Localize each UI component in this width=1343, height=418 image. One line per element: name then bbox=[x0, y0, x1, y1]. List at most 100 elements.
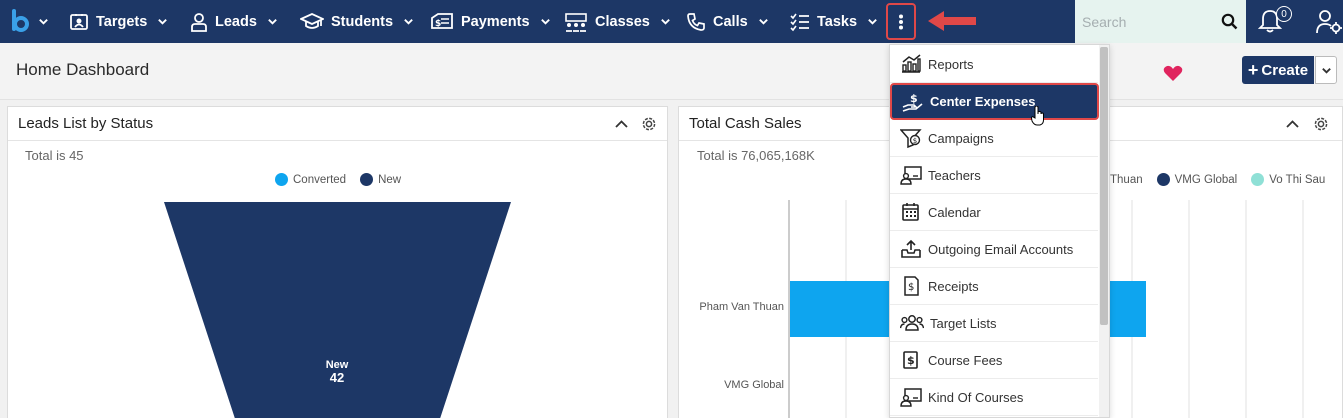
menu-item-target-lists[interactable]: Target Lists bbox=[890, 305, 1098, 342]
legend-dot bbox=[275, 173, 288, 186]
svg-text:$: $ bbox=[913, 137, 917, 145]
svg-text:$: $ bbox=[908, 282, 914, 293]
notification-count-badge: 0 bbox=[1276, 6, 1292, 22]
menu-item-kind-of-courses[interactable]: Kind Of Courses bbox=[890, 379, 1098, 416]
chevron-down-icon bbox=[268, 19, 277, 25]
legend-label: Converted bbox=[293, 173, 347, 186]
chevron-up-icon[interactable] bbox=[1285, 117, 1300, 132]
menu-item-teachers[interactable]: Teachers bbox=[890, 157, 1098, 194]
nav-label: Payments bbox=[461, 13, 530, 30]
menu-item-label: Target Lists bbox=[930, 315, 997, 331]
calendar-icon bbox=[902, 203, 919, 221]
menu-item-label: Outgoing Email Accounts bbox=[928, 241, 1074, 257]
menu-item-label: Course Fees bbox=[928, 352, 1003, 368]
plus-icon: + bbox=[1247, 60, 1259, 80]
menu-item-label: Teachers bbox=[928, 167, 981, 183]
search-icon[interactable] bbox=[1221, 13, 1238, 30]
legend-item-vo-thi-sau[interactable]: Vo Thi Sau bbox=[1251, 173, 1325, 186]
chevron-down-icon bbox=[158, 19, 168, 25]
create-button[interactable]: + Create bbox=[1242, 56, 1314, 84]
vertical-dots-icon bbox=[899, 14, 903, 29]
global-search[interactable] bbox=[1075, 0, 1246, 43]
funnel-chart: New 42 bbox=[164, 202, 511, 418]
legend-label: New bbox=[378, 173, 402, 186]
user-settings-icon[interactable] bbox=[1316, 9, 1343, 35]
campaign-icon: $ bbox=[900, 129, 922, 148]
funnel-segment-new[interactable] bbox=[164, 202, 511, 418]
nav-label: Students bbox=[331, 13, 394, 30]
nav-targets[interactable]: Targets bbox=[69, 0, 168, 43]
nav-calls[interactable]: Calls bbox=[686, 0, 769, 43]
app-logo-button[interactable] bbox=[8, 8, 50, 34]
nav-students[interactable]: Students bbox=[300, 0, 414, 43]
chevron-down-icon bbox=[868, 19, 877, 25]
menu-item-outgoing-email-accounts[interactable]: Outgoing Email Accounts bbox=[890, 231, 1098, 268]
payment-icon: $ bbox=[431, 12, 453, 29]
menu-item-calendar[interactable]: Calendar bbox=[890, 194, 1098, 231]
nav-label: Tasks bbox=[817, 13, 858, 30]
chevron-down-icon bbox=[661, 19, 670, 25]
menu-item-label: Campaigns bbox=[928, 130, 994, 146]
menu-item-campaigns[interactable]: $ Campaigns bbox=[890, 120, 1098, 157]
bar-label: Pham Van Thuan bbox=[699, 301, 784, 313]
panel-title: Total Cash Sales bbox=[689, 115, 802, 132]
menu-item-label: Receipts bbox=[928, 278, 979, 294]
nav-leads[interactable]: Leads bbox=[190, 0, 278, 43]
chevron-down-icon bbox=[1321, 67, 1331, 74]
receipt-icon: $ bbox=[904, 276, 919, 296]
menu-item-course-fees[interactable]: $ Course Fees bbox=[890, 342, 1098, 379]
menu-item-center-expenses[interactable]: $ Center Expenses bbox=[890, 83, 1099, 120]
search-input[interactable] bbox=[1082, 13, 1217, 30]
svg-text:$: $ bbox=[907, 354, 915, 367]
create-dropdown-toggle[interactable] bbox=[1315, 56, 1337, 84]
dropdown-scrollbar-thumb[interactable] bbox=[1100, 47, 1108, 325]
legend-item-converted[interactable]: Converted bbox=[275, 173, 346, 186]
group-icon bbox=[900, 315, 924, 331]
nav-tasks[interactable]: Tasks bbox=[790, 0, 878, 43]
heart-icon[interactable] bbox=[1163, 65, 1183, 82]
chevron-down-icon bbox=[404, 19, 413, 25]
panel-title: Leads List by Status bbox=[18, 115, 154, 132]
nav-label: Leads bbox=[215, 13, 257, 30]
menu-item-receipts[interactable]: $ Receipts bbox=[890, 268, 1098, 305]
chevron-down-icon bbox=[39, 18, 48, 25]
create-button-label: Create bbox=[1261, 61, 1309, 79]
legend-dot bbox=[1251, 173, 1265, 186]
menu-item-reports[interactable]: Reports bbox=[890, 46, 1098, 83]
nav-payments[interactable]: $ Payments bbox=[430, 0, 551, 43]
svg-text:$: $ bbox=[435, 19, 441, 29]
total-text: Total is 76,065,168K bbox=[697, 148, 815, 163]
checklist-icon bbox=[790, 13, 809, 31]
chevron-down-icon bbox=[540, 19, 550, 25]
more-menu-button[interactable] bbox=[886, 3, 916, 40]
nav-label: Classes bbox=[595, 13, 650, 30]
chevron-up-icon[interactable] bbox=[614, 117, 629, 132]
phone-icon bbox=[687, 12, 705, 31]
legend-item-new[interactable]: New bbox=[360, 173, 401, 186]
legend-item-vmg-global[interactable]: VMG Global bbox=[1156, 173, 1238, 186]
legend-item-thuan[interactable]: Thuan bbox=[1110, 174, 1143, 186]
funnel-value: 42 bbox=[330, 370, 344, 385]
legend-dot bbox=[1156, 173, 1170, 186]
menu-item-label: Reports bbox=[928, 56, 974, 72]
chart-legend: Thuan VMG Global Vo Thi Sau bbox=[1110, 173, 1333, 186]
dollar-doc-icon: $ bbox=[903, 351, 918, 369]
total-text: Total is 45 bbox=[25, 148, 84, 163]
course-board-icon bbox=[900, 388, 922, 407]
page-title: Home Dashboard bbox=[16, 60, 150, 79]
page-header: Home Dashboard + Create bbox=[0, 43, 1343, 100]
nav-classes[interactable]: Classes bbox=[564, 0, 671, 43]
gear-icon[interactable] bbox=[641, 116, 657, 132]
legend-dot bbox=[360, 173, 374, 186]
menu-item-label: Kind Of Courses bbox=[928, 389, 1024, 405]
reports-chart-icon bbox=[902, 54, 921, 73]
legend-label: VMG Global bbox=[1174, 173, 1238, 186]
hand-cursor-icon bbox=[1031, 106, 1044, 126]
hand-money-icon: $ bbox=[902, 92, 923, 112]
chevron-down-icon bbox=[758, 19, 768, 25]
chart-legend: Converted New bbox=[275, 173, 409, 186]
gear-icon[interactable] bbox=[1313, 116, 1329, 132]
menu-item-label: Center Expenses bbox=[930, 94, 1036, 109]
teacher-board-icon bbox=[900, 166, 922, 185]
legend-label: Vo Thi Sau bbox=[1269, 173, 1326, 186]
